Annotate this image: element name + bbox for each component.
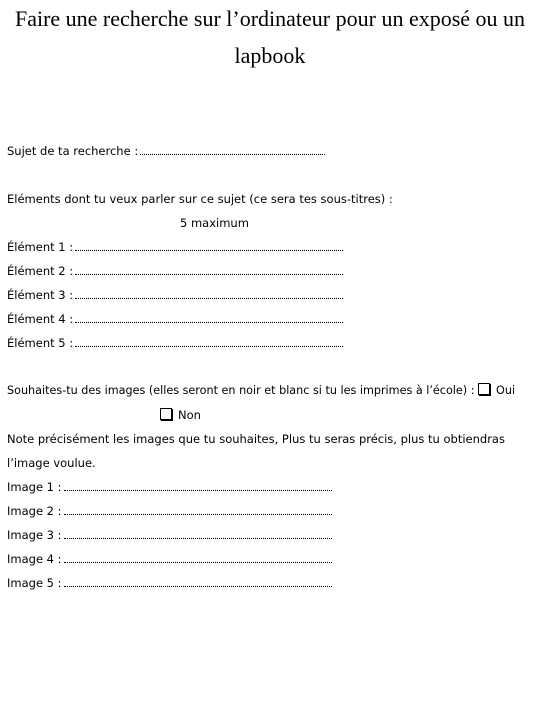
image-field[interactable] (63, 528, 332, 539)
image-label: Image 1 : (7, 480, 62, 494)
image-label: Image 4 : (7, 552, 62, 566)
subject-row: Sujet de ta recherche : (7, 143, 326, 159)
element-label: Élément 5 : (7, 336, 74, 350)
element-field[interactable] (75, 264, 344, 275)
element-row: Élément 4 : (7, 311, 344, 327)
images-question-row: Souhaites-tu des images (elles seront en… (7, 383, 515, 399)
subject-label: Sujet de ta recherche : (7, 144, 139, 158)
image-label: Image 3 : (7, 528, 62, 542)
elements-max-note: 5 maximum (180, 216, 249, 230)
element-field[interactable] (75, 312, 344, 323)
image-label: Image 2 : (7, 504, 62, 518)
elements-intro: Eléments dont tu veux parler sur ce suje… (7, 192, 393, 206)
image-row: Image 4 : (7, 551, 332, 567)
image-row: Image 5 : (7, 575, 332, 591)
image-field[interactable] (63, 480, 332, 491)
option-yes-label: Oui (496, 384, 516, 397)
element-row: Élément 3 : (7, 287, 344, 303)
element-row: Élément 5 : (7, 335, 344, 351)
element-field[interactable] (75, 240, 344, 251)
option-no-label: Non (178, 408, 201, 422)
image-field[interactable] (63, 576, 332, 587)
element-field[interactable] (75, 336, 344, 347)
images-instruction-1: Note précisément les images que tu souha… (7, 432, 505, 446)
image-field[interactable] (63, 504, 332, 515)
page-title: Faire une recherche sur l’ordinateur pou… (14, 6, 526, 68)
option-no-row: Non (160, 407, 201, 423)
element-row: Élément 2 : (7, 263, 344, 279)
image-row: Image 1 : (7, 479, 332, 495)
images-question: Souhaites-tu des images (elles seront en… (7, 384, 475, 397)
element-label: Élément 2 : (7, 264, 74, 278)
checkbox-yes[interactable] (478, 383, 491, 395)
element-row: Élément 1 : (7, 239, 344, 255)
subject-field[interactable] (140, 144, 326, 155)
image-field[interactable] (63, 552, 332, 563)
element-field[interactable] (75, 288, 344, 299)
images-instruction-2: l’image voulue. (7, 456, 96, 470)
element-label: Élément 4 : (7, 312, 74, 326)
image-label: Image 5 : (7, 576, 62, 590)
image-row: Image 2 : (7, 503, 332, 519)
element-label: Élément 1 : (7, 240, 74, 254)
element-label: Élément 3 : (7, 288, 74, 302)
checkbox-no[interactable] (160, 408, 172, 420)
image-row: Image 3 : (7, 527, 332, 543)
